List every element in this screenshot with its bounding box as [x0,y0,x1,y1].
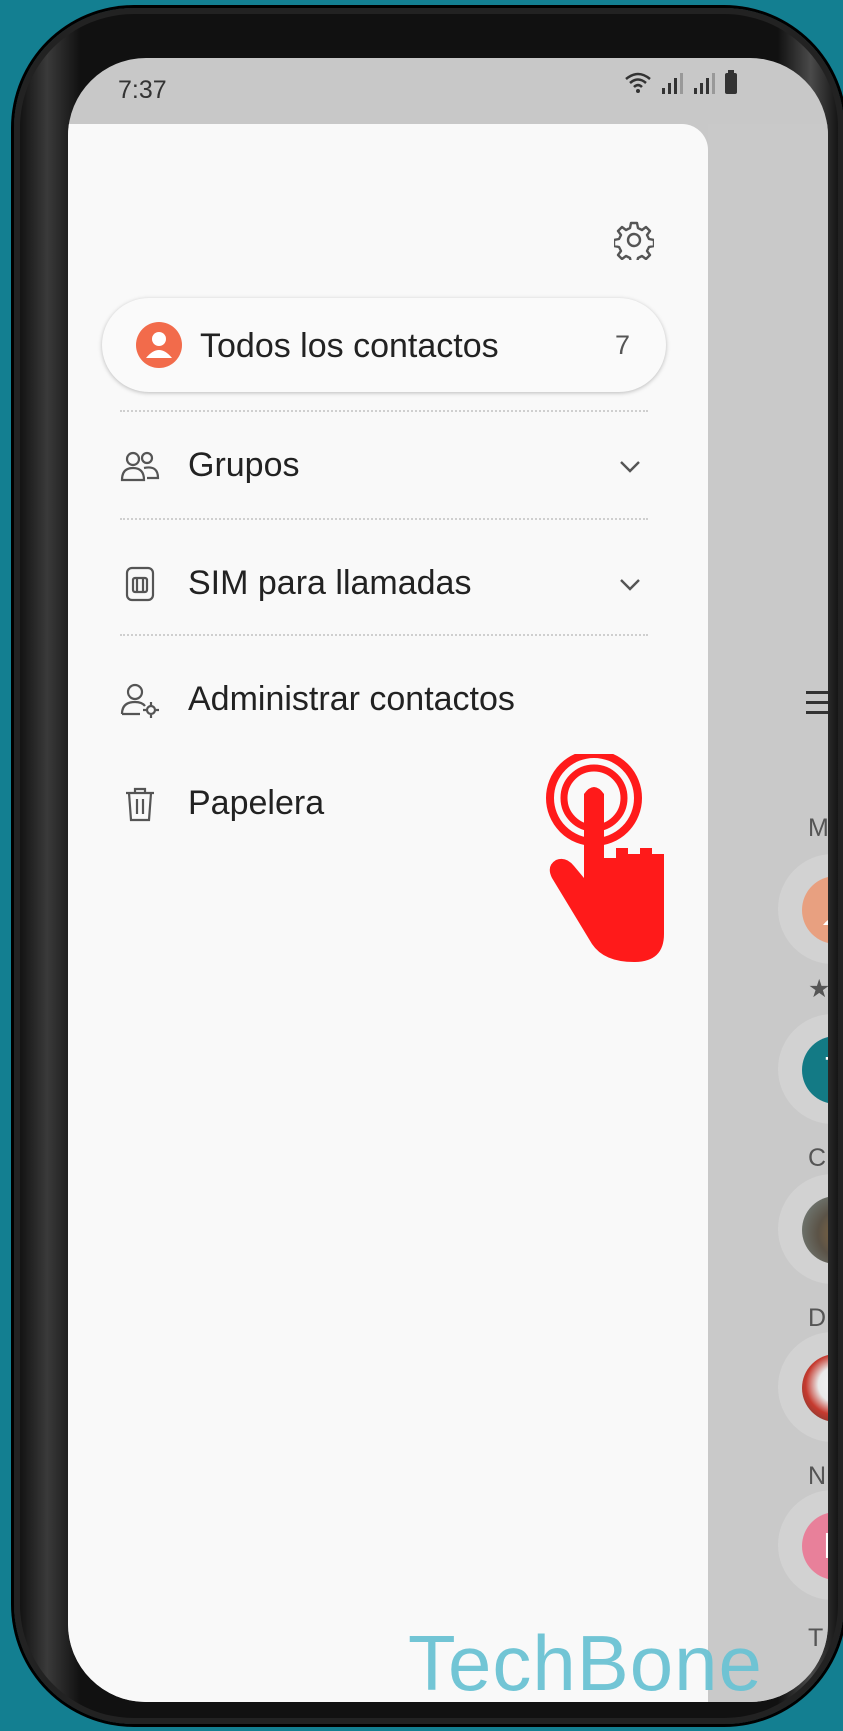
divider [120,410,648,412]
menu-item-administrar[interactable]: Administrar contactos [120,660,660,740]
menu-item-sim[interactable]: SIM para llamadas [120,544,660,624]
star-icon: ★ [808,975,828,1003]
settings-gear-icon[interactable] [614,220,654,260]
trash-icon [126,787,154,822]
background-contacts-list: Mi per ★ Fa T C D N N T [708,124,828,1702]
signal-icon-1 [662,73,683,94]
techbone-watermark: TechBone [408,1619,763,1707]
my-profile-label: Mi per [808,814,828,842]
divider [120,518,648,520]
hamburger-menu-icon[interactable] [806,684,828,721]
menu-label-administrar: Administrar contactos [188,680,515,718]
chevron-down-icon[interactable] [616,452,644,480]
menu-label-papelera: Papelera [188,784,325,822]
all-contacts-button[interactable]: Todos los contactos 7 [102,298,666,392]
phone-frame: 7:37 M ★ C D N T Todos los contactos 7 G… [14,8,843,1724]
status-bar: 7:37 [68,58,828,124]
contacts-person-icon [136,322,182,368]
people-icon [120,451,160,482]
favorites-label: ★ Fa [808,974,828,1004]
wifi-icon [625,72,651,93]
menu-item-papelera[interactable]: Papelera [120,764,660,844]
menu-item-grupos[interactable]: Grupos [120,426,660,506]
person-icon [823,920,828,925]
all-contacts-count: 7 [614,330,630,360]
section-letter-t: T [808,1624,824,1652]
phone-screen: 7:37 M ★ C D N T Todos los contactos 7 G… [68,58,828,1702]
menu-label-sim: SIM para llamadas [188,564,472,602]
manage-contacts-icon [120,683,159,718]
status-icons [624,70,738,94]
section-letter-d: D [808,1304,827,1332]
divider [120,634,648,636]
signal-icon-2 [694,73,715,94]
status-time: 7:37 [118,76,167,104]
all-contacts-label: Todos los contactos [200,327,499,365]
sim-card-icon [125,566,155,602]
battery-icon [725,70,737,94]
section-letter-c: C [808,1144,827,1172]
navigation-drawer: Todos los contactos 7 Grupos SIM para ll… [68,124,708,1702]
section-letter-n: N [808,1462,827,1490]
menu-label-grupos: Grupos [188,446,300,484]
chevron-down-icon[interactable] [616,570,644,598]
